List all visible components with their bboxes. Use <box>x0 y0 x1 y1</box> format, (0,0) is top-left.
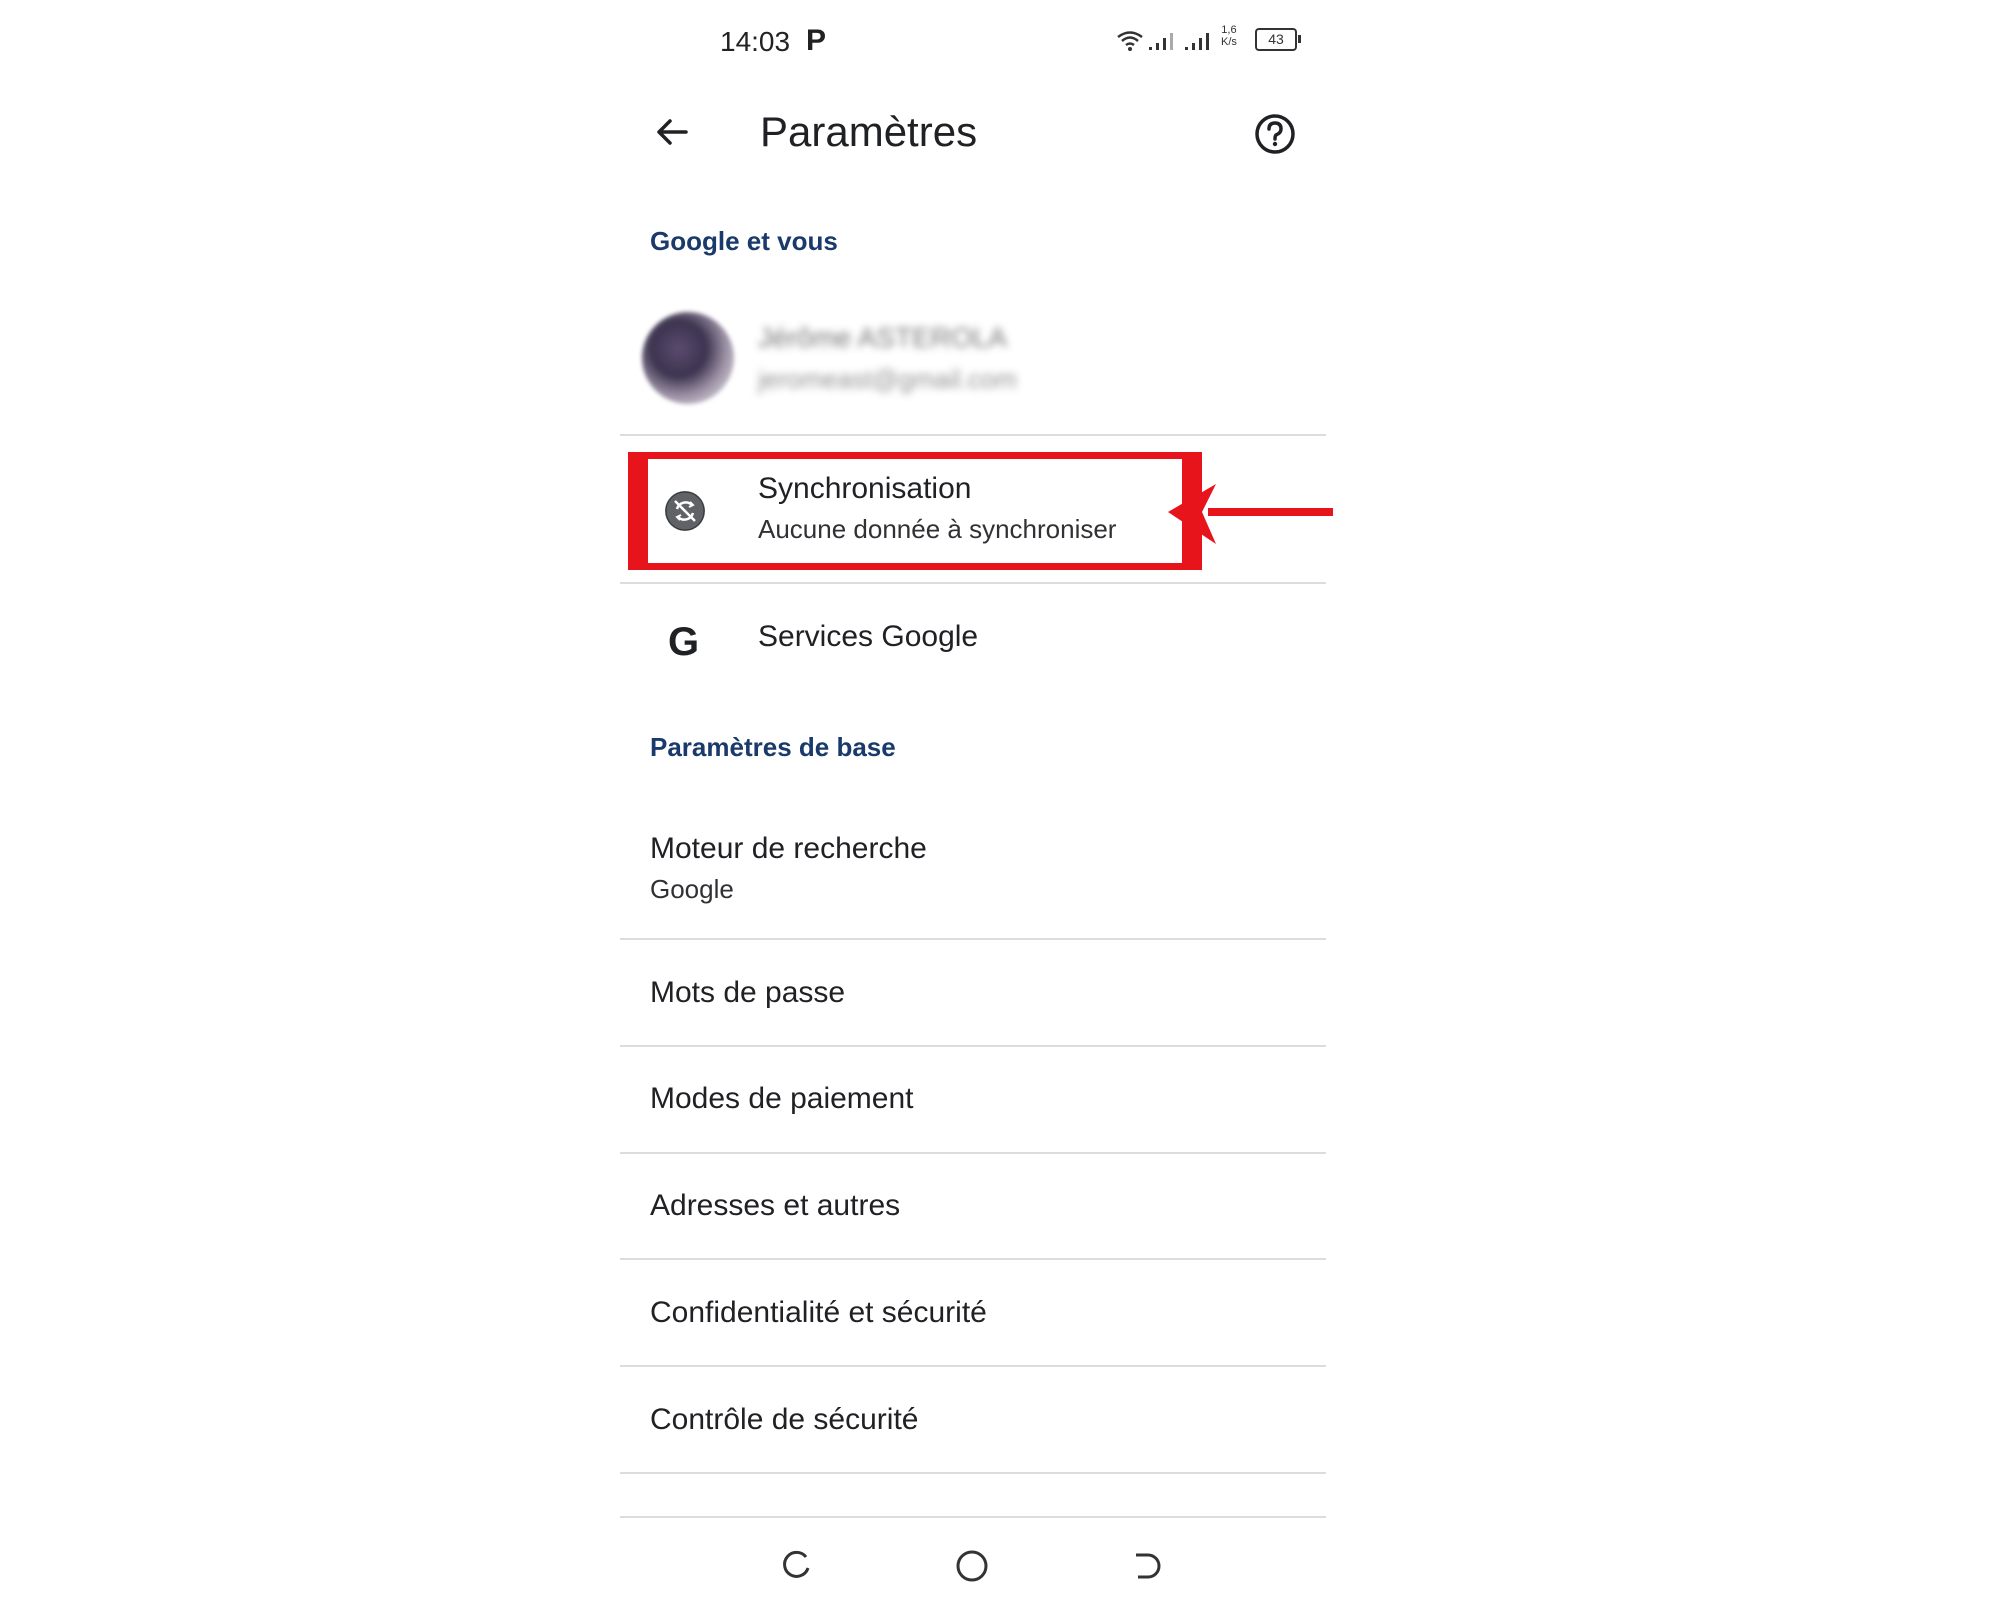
signal-icon <box>1149 33 1173 50</box>
account-name: Jérôme ASTEROLA <box>758 322 1007 353</box>
search-engine-subtitle: Google <box>650 874 734 904</box>
navigation-bar <box>620 1516 1326 1588</box>
speed-unit: K/s <box>1221 36 1237 48</box>
page-title: Paramètres <box>760 108 978 155</box>
settings-item-safety-check[interactable]: Contrôle de sécurité <box>650 1403 918 1437</box>
settings-screen: 14:03 P 1,6 K/s 43 Paramètres Google et … <box>620 0 1333 1600</box>
divider <box>620 1258 1326 1260</box>
settings-item-payment[interactable]: Modes de paiement <box>650 1082 914 1116</box>
signal-icon <box>1185 33 1209 50</box>
p-icon: P <box>806 24 827 57</box>
network-speed: 1,6 K/s <box>1221 24 1237 48</box>
red-arrow-annotation <box>1168 484 1333 544</box>
divider <box>620 1152 1326 1154</box>
highlight-box <box>628 452 1202 570</box>
help-circle-icon[interactable] <box>1254 113 1296 155</box>
home-icon[interactable] <box>954 1548 990 1584</box>
divider <box>620 1472 1326 1474</box>
arrow-back-icon[interactable] <box>652 112 692 152</box>
settings-item-addresses[interactable]: Adresses et autres <box>650 1189 900 1223</box>
recents-icon[interactable] <box>778 1548 814 1584</box>
google-services-title: Services Google <box>758 620 979 653</box>
back-nav-icon[interactable] <box>1130 1548 1166 1584</box>
divider <box>620 1365 1326 1367</box>
search-engine-title: Moteur de recherche <box>650 832 927 865</box>
google-g-icon: G <box>668 620 700 664</box>
speed-value: 1,6 <box>1221 24 1237 36</box>
section-header-google: Google et vous <box>650 226 838 256</box>
status-icons: 1,6 K/s 43 <box>1115 24 1305 54</box>
divider <box>620 938 1326 940</box>
wifi-icon <box>1117 31 1143 51</box>
status-time: 14:03 <box>720 26 791 57</box>
section-header-basic: Paramètres de base <box>650 732 896 762</box>
battery-icon: 43 <box>1255 28 1301 51</box>
avatar <box>642 312 734 404</box>
divider <box>620 582 1326 584</box>
settings-item-passwords[interactable]: Mots de passe <box>650 976 845 1010</box>
settings-item-privacy[interactable]: Confidentialité et sécurité <box>650 1296 987 1330</box>
divider <box>620 1045 1326 1047</box>
divider <box>620 434 1326 436</box>
account-email: jeromeast@gmail.com <box>758 364 1018 394</box>
